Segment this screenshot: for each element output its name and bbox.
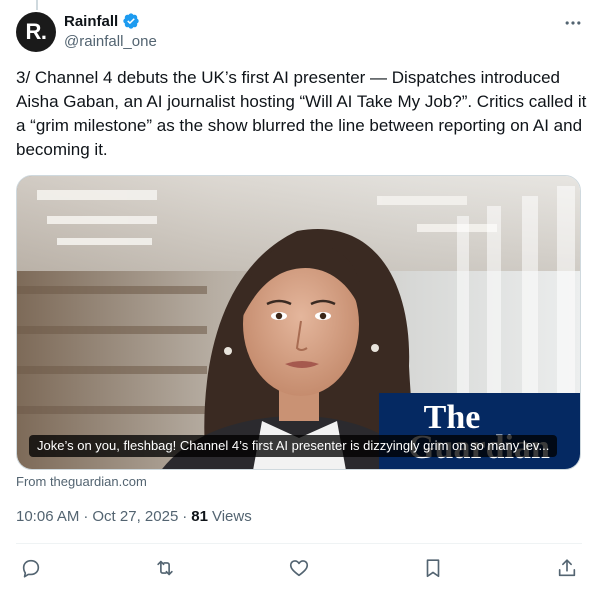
meta-separator: · xyxy=(182,508,188,525)
author-name-row: Rainfall xyxy=(64,12,140,30)
link-card-image: The Guardian xyxy=(17,176,580,469)
link-card[interactable]: The Guardian Joke’s on you, fleshbag! Ch… xyxy=(16,175,581,470)
avatar-letter: R. xyxy=(25,19,48,44)
verified-badge-icon[interactable] xyxy=(122,12,140,30)
tweet-text: 3/ Channel 4 debuts the UK’s first AI pr… xyxy=(16,68,592,159)
heart-icon[interactable] xyxy=(284,555,314,581)
thread-connector-line xyxy=(36,0,38,10)
author-handle[interactable]: @rainfall_one xyxy=(64,33,157,50)
repost-icon[interactable] xyxy=(150,555,180,581)
actions-divider xyxy=(16,543,582,544)
link-card-caption: Joke’s on you, fleshbag! Channel 4’s fir… xyxy=(29,435,558,457)
views-count: 81 xyxy=(191,508,208,525)
tweet-meta: 10:06 AM · Oct 27, 2025 · 81 Views xyxy=(16,508,252,525)
share-icon[interactable] xyxy=(552,555,582,581)
author-display-name[interactable]: Rainfall xyxy=(64,13,118,30)
bookmark-icon[interactable] xyxy=(418,555,448,581)
link-source[interactable]: From theguardian.com xyxy=(16,474,147,489)
tweet-date[interactable]: Oct 27, 2025 xyxy=(92,508,178,525)
reply-icon[interactable] xyxy=(16,555,46,581)
meta-separator: · xyxy=(83,508,89,525)
more-dots-icon[interactable] xyxy=(562,12,584,34)
views-label: Views xyxy=(211,508,252,525)
avatar[interactable]: R. xyxy=(16,12,56,52)
tweet-time[interactable]: 10:06 AM xyxy=(16,508,79,525)
tweet-actions-bar xyxy=(16,555,582,581)
